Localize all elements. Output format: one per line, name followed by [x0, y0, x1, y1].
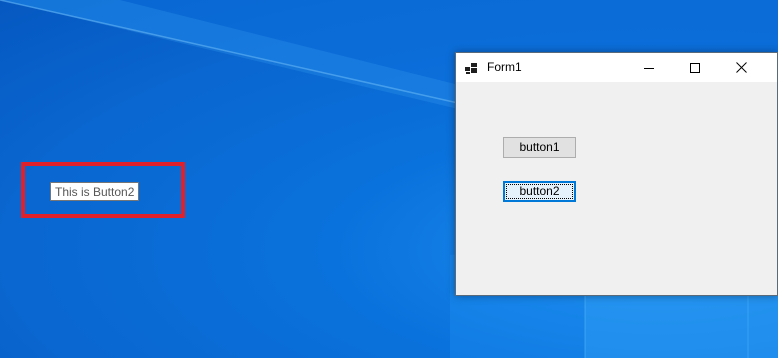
button1[interactable]: button1: [503, 137, 576, 158]
form1-window[interactable]: Form1 button1 button2: [455, 52, 778, 296]
maximize-button[interactable]: [672, 53, 718, 82]
form-app-icon: [465, 61, 478, 74]
button2[interactable]: button2: [503, 181, 576, 202]
close-icon: [735, 62, 747, 73]
desktop: This is Button2 Form1 button1 button2: [0, 0, 778, 358]
focus-rectangle: [506, 184, 573, 199]
close-button[interactable]: [718, 53, 764, 82]
minimize-icon: [644, 67, 654, 69]
window-title: Form1: [487, 60, 522, 74]
title-bar[interactable]: Form1: [456, 53, 777, 82]
maximize-icon: [690, 62, 700, 73]
button2-tooltip: This is Button2: [50, 182, 140, 201]
minimize-button[interactable]: [626, 53, 672, 82]
